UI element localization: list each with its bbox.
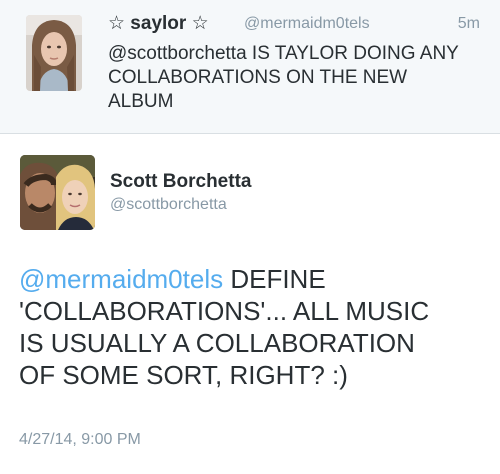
- tweet-date[interactable]: 4/27/14, 9:00 PM: [19, 431, 141, 449]
- tweet-text: @scottborchetta IS TAYLOR DOING ANY COLL…: [108, 42, 488, 114]
- tweet-text-line: ALBUM: [108, 91, 174, 112]
- display-name[interactable]: Scott Borchetta: [110, 171, 251, 193]
- display-name[interactable]: ☆ saylor ☆: [108, 12, 209, 35]
- user-handle[interactable]: @scottborchetta: [110, 196, 227, 214]
- tweet-timestamp[interactable]: 5m: [458, 15, 480, 33]
- tweet-text-line: IS USUALLY A COLLABORATION: [19, 328, 415, 358]
- parent-tweet[interactable]: ☆ saylor ☆ @mermaidm0tels 5m @scottborch…: [0, 0, 500, 134]
- avatar[interactable]: [20, 155, 95, 230]
- tweet-text-line: @scottborchetta IS TAYLOR DOING ANY: [108, 43, 459, 64]
- tweet-text: @mermaidm0tels DEFINE 'COLLABORATIONS'..…: [19, 263, 489, 391]
- tweet-text-fragment: DEFINE: [223, 264, 326, 294]
- tweet-text-line: COLLABORATIONS ON THE NEW: [108, 67, 408, 88]
- tweet-text-line: OF SOME SORT, RIGHT? :): [19, 360, 348, 390]
- mention-link[interactable]: @mermaidm0tels: [19, 264, 223, 294]
- main-tweet: Scott Borchetta @scottborchetta @mermaid…: [0, 135, 500, 474]
- tweet-text-line: @mermaidm0tels DEFINE: [19, 263, 489, 295]
- avatar[interactable]: [26, 15, 82, 91]
- tweet-header: ☆ saylor ☆ @mermaidm0tels 5m: [108, 12, 480, 38]
- tweet-text-line: 'COLLABORATIONS'... ALL MUSIC: [19, 296, 430, 326]
- user-handle[interactable]: @mermaidm0tels: [244, 15, 370, 33]
